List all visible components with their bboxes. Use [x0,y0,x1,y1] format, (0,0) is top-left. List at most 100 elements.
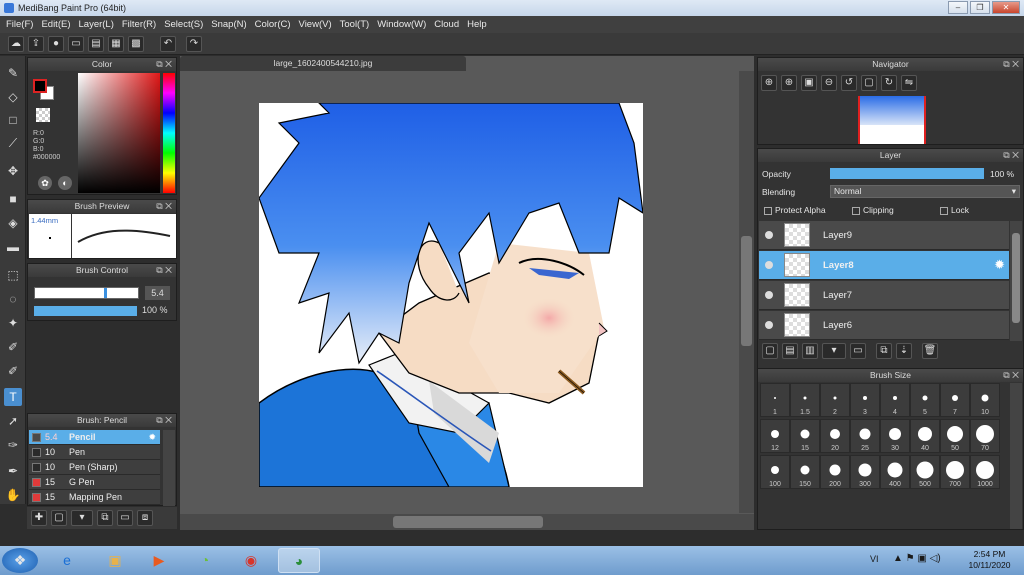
chrome-icon[interactable]: ◉ [230,548,272,573]
gear-icon[interactable]: ✹ [148,430,156,445]
brush-size-option[interactable]: 5 [910,383,940,417]
brush-tool-icon[interactable]: ✎ [4,64,22,82]
brush-size-option[interactable]: 4 [880,383,910,417]
brush-size-option[interactable]: 400 [880,455,910,489]
grid-icon[interactable]: ▩ [128,36,144,52]
protect-alpha-checkbox[interactable]: Protect Alpha [764,205,826,215]
app-icon-green[interactable]: ◔ [184,548,226,573]
menu-window[interactable]: Window(W) [375,16,432,33]
brush-list-item[interactable]: 15 G Pen [29,475,160,490]
brush-list-item[interactable]: 10 Pen (Sharp) [29,460,160,475]
layer-row[interactable]: Layer8 ✹ [759,251,1009,280]
menu-help[interactable]: Help [465,16,493,33]
gallery-icon[interactable]: ▦ [108,36,124,52]
document-tab[interactable]: large_1602400544210.jpg [180,56,466,71]
tray-icons[interactable]: ▲ ⚑ ▣ ◁) [893,553,941,564]
panel-close-icon[interactable]: ⧉ ✕ [156,200,172,213]
color-wheel-icon[interactable]: ◐ [58,176,72,190]
brush-copy-icon[interactable]: ⧈ [137,510,153,526]
brush-list-item[interactable]: 15 Mapping Pen [29,490,160,505]
visibility-eye-icon[interactable] [765,231,773,239]
layer-row[interactable]: Layer9 [759,221,1009,250]
brush-size-option[interactable]: 700 [940,455,970,489]
gradient-tool-icon[interactable]: ▬ [4,238,22,256]
eyedropper-icon[interactable]: ✒ [4,462,22,480]
start-button[interactable]: ❖ [2,548,38,573]
brush-size-option[interactable]: 50 [940,419,970,453]
zoom-actual-icon[interactable]: ▣ [801,75,817,91]
brush-size-option[interactable]: 200 [820,455,850,489]
menu-color[interactable]: Color(C) [253,16,297,33]
new-1bit-layer-icon[interactable]: ▥ [802,343,818,359]
maximize-button[interactable]: ❐ [970,1,990,14]
brush-size-option[interactable]: 100 [760,455,790,489]
brush-size-option[interactable]: 150 [790,455,820,489]
menu-layer[interactable]: Layer(L) [77,16,120,33]
brush-size-option[interactable]: 1000 [970,455,1000,489]
panel-close-icon[interactable]: ⧉ ✕ [1003,58,1019,71]
brush-size-option[interactable]: 300 [850,455,880,489]
brush-size-option[interactable]: 2 [820,383,850,417]
comment-icon[interactable]: ● [48,36,64,52]
duplicate-layer-icon[interactable]: ⧉ [876,343,892,359]
select-eraser-icon[interactable]: ✐ [4,362,22,380]
lasso-tool-icon[interactable]: ◌ [4,290,22,308]
medibang-taskbar-icon[interactable]: ◕ [278,548,320,573]
transparent-swatch[interactable] [36,108,50,122]
brush-menu-icon[interactable]: ▾ [71,510,93,526]
brush-size-option[interactable]: 7 [940,383,970,417]
brush-size-value[interactable]: 5.4 [145,286,170,300]
drawing-canvas[interactable] [259,103,643,487]
divide-tool-icon[interactable]: ✑ [4,436,22,454]
panel-close-icon[interactable]: ⧉ ✕ [1003,369,1019,382]
redo-icon[interactable]: ↷ [186,36,202,52]
close-button[interactable]: ✕ [992,1,1020,14]
select-rect-icon[interactable]: ⬚ [4,266,22,284]
language-indicator[interactable]: VI [870,554,879,564]
select-pen-icon[interactable]: ✐ [4,338,22,356]
visibility-eye-icon[interactable] [765,321,773,329]
brush-size-scrollbar[interactable] [1010,383,1022,529]
brush-opacity-slider[interactable] [34,306,137,316]
brush-folder-icon[interactable]: ▭ [117,510,133,526]
rotate-left-icon[interactable]: ↺ [841,75,857,91]
zoom-in-icon[interactable]: ⊕ [781,75,797,91]
page-icon[interactable]: ▤ [88,36,104,52]
hue-slider[interactable] [163,73,175,193]
duplicate-brush-icon[interactable]: ⧉ [97,510,113,526]
minimize-button[interactable]: – [948,1,968,14]
brush-size-option[interactable]: 20 [820,419,850,453]
palette-icon[interactable]: ✿ [38,176,52,190]
brush-size-option[interactable]: 10 [970,383,1000,417]
brush-size-option[interactable]: 500 [910,455,940,489]
operation-tool-icon[interactable]: ➚ [4,412,22,430]
panel-close-icon[interactable]: ⧉ ✕ [1003,149,1019,162]
new-layer-icon[interactable]: ▢ [762,343,778,359]
canvas-horizontal-scrollbar[interactable] [180,514,754,530]
layer-row[interactable]: Layer6 [759,311,1009,340]
explorer-icon[interactable]: ▣ [94,548,136,573]
magic-wand-icon[interactable]: ✦ [4,314,22,332]
hand-tool-icon[interactable]: ✋ [4,486,22,504]
dot-tool-icon[interactable]: □ [4,111,22,129]
menu-cloud[interactable]: Cloud [432,16,465,33]
brush-size-option[interactable]: 12 [760,419,790,453]
new-brush-icon[interactable]: ▢ [51,510,67,526]
panel-close-icon[interactable]: ⧉ ✕ [156,264,172,277]
zoom-fit-icon[interactable]: ⊕ [761,75,777,91]
brush-list-item[interactable]: 10 Pen [29,445,160,460]
layer-folder-icon[interactable]: ▭ [850,343,866,359]
clipping-checkbox[interactable]: Clipping [852,205,894,215]
menu-view[interactable]: View(V) [297,16,338,33]
fill-tool-icon[interactable]: ◈ [4,214,22,232]
chat-icon[interactable]: ▭ [68,36,84,52]
brush-list-scrollbar[interactable] [163,430,175,506]
brush-size-option[interactable]: 15 [790,419,820,453]
menu-snap[interactable]: Snap(N) [209,16,252,33]
panel-close-icon[interactable]: ⧉ ✕ [156,58,172,71]
cloud-icon[interactable]: ☁ [8,36,24,52]
panel-close-icon[interactable]: ⧉ ✕ [156,414,172,427]
visibility-eye-icon[interactable] [765,291,773,299]
brush-list-item[interactable]: 5.4 Pencil ✹ [29,430,160,445]
brush-size-option[interactable]: 25 [850,419,880,453]
